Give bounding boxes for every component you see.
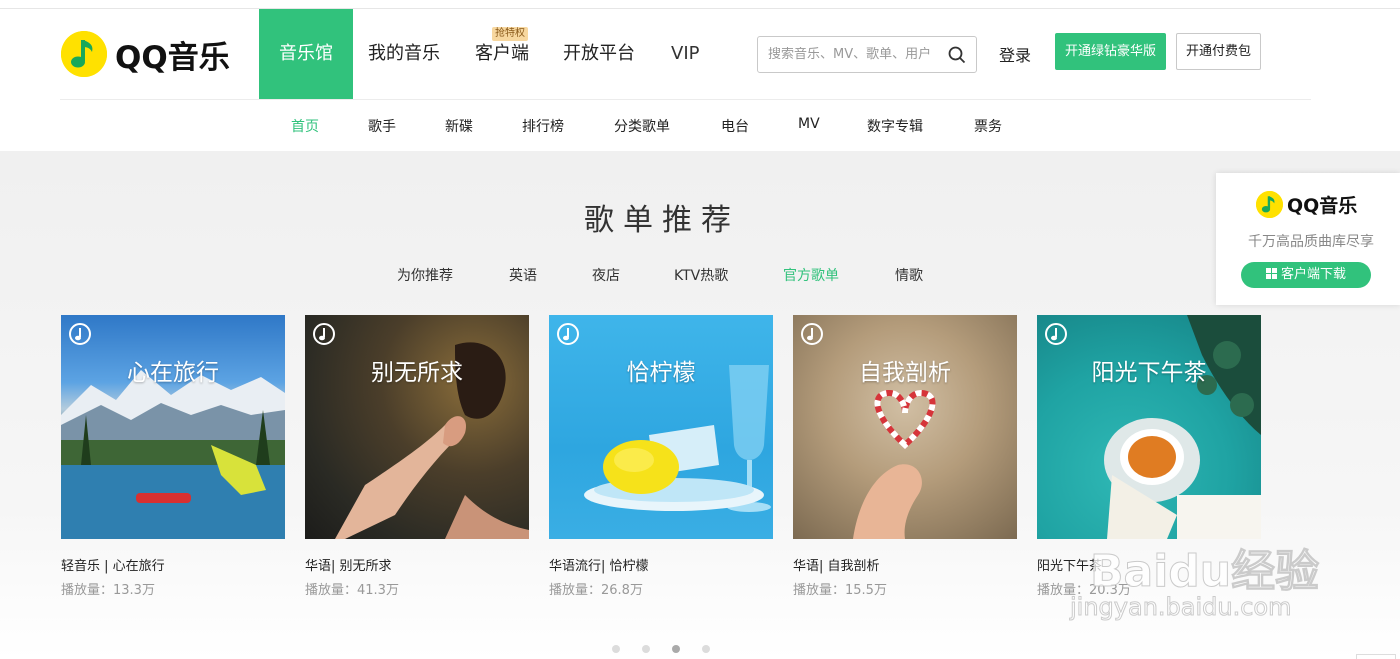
pagination-dot[interactable] xyxy=(612,645,620,653)
nav-my-music[interactable]: 我的音乐 xyxy=(353,9,454,99)
search-input[interactable] xyxy=(768,47,948,62)
playlist-tabs: 为你推荐 英语 夜店 KTV热歌 官方歌单 情歌 xyxy=(0,265,1400,285)
playlist-name[interactable]: 华语| 别无所求 xyxy=(305,555,529,574)
pagination-dot[interactable] xyxy=(642,645,650,653)
qq-music-mark-icon xyxy=(69,323,91,345)
play-count: 播放量：26.8万 xyxy=(549,583,643,598)
client-download-promo: QQ音乐 千万高品质曲库尽享 客户端下载 xyxy=(1216,173,1400,305)
privilege-badge: 抢特权 xyxy=(492,27,528,41)
site-logo[interactable]: QQ音乐 xyxy=(61,30,230,78)
sub-nav-singers[interactable]: 歌手 xyxy=(368,116,396,136)
playlist-name[interactable]: 轻音乐 | 心在旅行 xyxy=(61,555,285,574)
promo-slogan: 千万高品质曲库尽享 xyxy=(1248,234,1374,250)
playlist-cover[interactable]: 自我剖析 xyxy=(793,315,1017,539)
client-download-button[interactable]: 客户端下载 xyxy=(1241,262,1371,288)
nav-music-hall[interactable]: 音乐馆 xyxy=(259,9,353,99)
qq-music-mark-icon xyxy=(801,323,823,345)
playlist-card: 自我剖析 华语| 自我剖析 播放量：15.5万 xyxy=(793,315,1017,598)
playlist-cover[interactable]: 恰柠檬 xyxy=(549,315,773,539)
tab-nightclub[interactable]: 夜店 xyxy=(592,265,620,285)
sub-nav-charts[interactable]: 排行榜 xyxy=(522,116,564,136)
tab-ktv[interactable]: KTV热歌 xyxy=(674,265,728,285)
sub-nav-new-albums[interactable]: 新碟 xyxy=(445,116,473,136)
section-title: 歌单推荐 xyxy=(584,203,740,238)
tab-for-you[interactable]: 为你推荐 xyxy=(397,265,453,285)
nav-label: 音乐馆 xyxy=(279,43,333,64)
nav-open-platform[interactable]: 开放平台 xyxy=(549,9,649,99)
watermark-sub: jingyan.baidu.com xyxy=(1069,593,1292,622)
sub-nav-categories[interactable]: 分类歌单 xyxy=(614,116,670,136)
client-download-label: 客户端下载 xyxy=(1280,267,1346,282)
main-nav: 音乐馆 我的音乐 客户端 抢特权 开放平台 VIP xyxy=(259,9,719,99)
search-box xyxy=(757,36,977,73)
qq-music-mark-icon xyxy=(313,323,335,345)
site-header: QQ音乐 音乐馆 我的音乐 客户端 抢特权 开放平台 VIP 登录 开通绿钻豪华… xyxy=(0,9,1400,99)
nav-client[interactable]: 客户端 抢特权 xyxy=(454,9,549,99)
play-count: 播放量：41.3万 xyxy=(305,583,399,598)
playlist-card: 别无所求 华语| 别无所求 播放量：41.3万 xyxy=(305,315,529,598)
sub-nav: 首页 歌手 新碟 排行榜 分类歌单 电台 MV 数字专辑 票务 xyxy=(0,100,1400,151)
tab-english[interactable]: 英语 xyxy=(509,265,537,285)
cover-title: 恰柠檬 xyxy=(626,360,696,386)
playlist-cover[interactable]: 别无所求 xyxy=(305,315,529,539)
playlist-card: 心在旅行 轻音乐 | 心在旅行 播放量：13.3万 xyxy=(61,315,285,598)
login-link[interactable]: 登录 xyxy=(999,42,1031,66)
nav-label: 客户端 xyxy=(475,43,529,64)
sub-nav-radio[interactable]: 电台 xyxy=(721,116,749,136)
qq-music-mark-icon xyxy=(557,323,579,345)
nav-label: 我的音乐 xyxy=(368,43,440,64)
playlist-card: 恰柠檬 华语流行| 恰柠檬 播放量：26.8万 xyxy=(549,315,773,598)
pagination-dot[interactable] xyxy=(672,645,680,653)
windows-icon xyxy=(1265,268,1277,279)
qq-music-logo-icon xyxy=(1256,191,1283,218)
pagination-dot[interactable] xyxy=(702,645,710,653)
nav-vip[interactable]: VIP xyxy=(649,9,719,99)
cover-title: 心在旅行 xyxy=(127,360,219,386)
play-count: 播放量：15.5万 xyxy=(793,583,887,598)
sub-nav-mv[interactable]: MV xyxy=(798,116,820,132)
playlist-cover[interactable]: 心在旅行 xyxy=(61,315,285,539)
search-icon[interactable] xyxy=(948,46,966,64)
sub-nav-digital-albums[interactable]: 数字专辑 xyxy=(867,116,923,136)
sub-nav-home[interactable]: 首页 xyxy=(291,116,319,136)
playlist-cover[interactable]: 阳光下午茶 xyxy=(1037,315,1261,539)
logo-text: QQ音乐 xyxy=(115,39,230,76)
promo-logo: QQ音乐 xyxy=(1256,191,1357,218)
tab-official[interactable]: 官方歌单 xyxy=(783,265,839,285)
cover-title: 别无所求 xyxy=(371,360,463,386)
nav-label: VIP xyxy=(671,43,700,64)
playlist-name[interactable]: 华语流行| 恰柠檬 xyxy=(549,555,773,574)
nav-label: 开放平台 xyxy=(563,43,635,64)
promo-brand: QQ音乐 xyxy=(1287,195,1358,217)
baidu-watermark: Baidu经验 jingyan.baidu.com xyxy=(1069,535,1360,630)
sub-nav-tickets[interactable]: 票务 xyxy=(974,116,1002,136)
playlist-name[interactable]: 华语| 自我剖析 xyxy=(793,555,1017,574)
cover-title: 自我剖析 xyxy=(859,360,951,386)
scroll-top-button[interactable] xyxy=(1356,654,1396,659)
qq-music-logo-icon xyxy=(61,31,107,77)
cover-title: 阳光下午茶 xyxy=(1091,360,1207,386)
play-count: 播放量：13.3万 xyxy=(61,583,155,598)
watermark-main: Baidu经验 xyxy=(1089,546,1320,598)
green-diamond-button[interactable]: 开通绿钻豪华版 xyxy=(1055,33,1166,70)
paid-package-button[interactable]: 开通付费包 xyxy=(1176,33,1261,70)
qq-music-mark-icon xyxy=(1045,323,1067,345)
tab-love-songs[interactable]: 情歌 xyxy=(895,265,923,285)
